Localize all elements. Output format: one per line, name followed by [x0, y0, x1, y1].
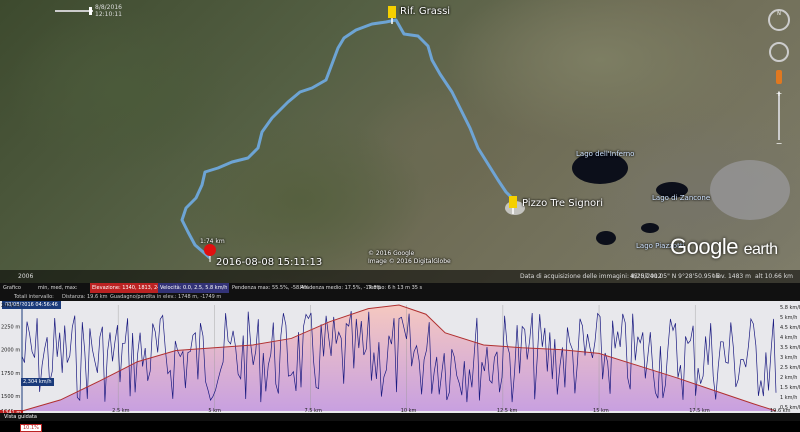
pizzo-tre-signori-label: Pizzo Tre Signori: [522, 198, 604, 209]
svg-text:−: −: [776, 139, 783, 148]
lake-label: Lago di Zancone: [652, 194, 711, 202]
slope-stats: Pendenza max: 55.5%, -58.4%: [232, 285, 309, 291]
y-right-tick-label: 1 km/h: [780, 395, 797, 401]
gain-stats: Guadagno/perdita in elev.: 1748 m, -1749…: [110, 294, 222, 300]
time-slider[interactable]: 8/8/2016 12:10:11: [55, 4, 135, 18]
cursor-speed-badge: 2,304 km/h: [21, 378, 54, 386]
profile-interval-bar: Totali intervallo: Distanza: 19.6 km Gua…: [0, 293, 800, 301]
google-earth-logo: Google earth: [670, 234, 778, 259]
elevation-readout: elev. 1483 m: [712, 273, 751, 280]
gps-track: [180, 18, 516, 260]
coordinates: 45°57'40.05" N 9°28'50.95" E: [630, 273, 720, 280]
y-right-tick-label: 4.5 km/h: [780, 325, 800, 331]
y-right-tick-label: 2 km/h: [780, 375, 797, 381]
profile-stats-bar: Grafico min, med, max: Elevazione: 1340,…: [0, 283, 800, 293]
rock-patch: [710, 160, 790, 220]
rif-grassi-pin-icon[interactable]: [386, 6, 400, 24]
y-right-tick-label: 3 km/h: [780, 355, 797, 361]
navigation-controls[interactable]: N + −: [766, 8, 792, 148]
distance-stats: Distanza: 19.6 km: [62, 294, 108, 300]
lake-shape: [641, 223, 659, 233]
stats-label: min, med, max:: [38, 285, 78, 291]
lake-shape: [596, 231, 616, 245]
y-right-tick-label: 3.5 km/h: [780, 345, 800, 351]
start-distance-label: 1:74 km: [200, 238, 225, 245]
y-right-tick-label: 2.5 km/h: [780, 365, 800, 371]
svg-text:N: N: [777, 11, 781, 17]
svg-text:+: +: [776, 89, 783, 98]
y-tick-label: 2479 m: [1, 303, 20, 309]
start-time-label: 2016-08-08 15:11:13: [216, 257, 323, 268]
rif-grassi-label: Rif. Grassi: [400, 6, 451, 17]
y-right-tick-label: 4 km/h: [780, 335, 797, 341]
stats-label: Grafico: [3, 285, 21, 291]
y-tick-label: 2000 m: [1, 348, 20, 354]
guided-tour-bar[interactable]: Vista guidata: [0, 413, 800, 421]
time-slider-track-icon: [55, 7, 93, 15]
y-right-tick-label: 5.8 km/h: [780, 305, 800, 311]
map-status-bar: 2006 Data di acquisizione delle immagini…: [0, 270, 800, 283]
y-right-tick-label: 1.5 km/h: [780, 385, 800, 391]
time-stats: Tempo: 6 h 13 m 35 s: [368, 285, 423, 291]
elevation-profile-panel: Grafico min, med, max: Elevazione: 1340,…: [0, 283, 800, 432]
y-tick-label: 1500 m: [1, 394, 20, 400]
y-right-tick-label: 5 km/h: [780, 315, 797, 321]
elevation-chart[interactable]: 2479 m2250 m2000 m1750 m1500 m1341 m5.8 …: [0, 301, 800, 413]
navigation-icon[interactable]: N + −: [766, 8, 792, 148]
scale-label: 2006: [18, 273, 34, 280]
y-tick-label: 2250 m: [1, 324, 20, 330]
altitude-readout: alt 10.66 km: [755, 273, 794, 280]
speed-stats[interactable]: Velocità: 0.0, 2.5, 5.8 km/h: [158, 283, 230, 293]
lake-label: Lago dell'Inferno: [576, 150, 635, 158]
cursor-slope-badge: 10.1%: [20, 424, 42, 432]
map-view[interactable]: 8/8/2016 12:10:11 Rif. Grassi Pizzo Tre …: [0, 0, 800, 283]
guided-tour-label: Vista guidata: [4, 414, 37, 420]
copyright-line: © 2016 Google: [368, 250, 415, 257]
y-tick-label: 1750 m: [1, 371, 20, 377]
chart-area[interactable]: 08/08/2016 04:56:46 2479 m 2250 m 2000 m 17…: [0, 301, 800, 432]
interval-label: Totali intervallo:: [14, 294, 54, 300]
copyright-line: Image © 2016 DigitalGlobe: [368, 258, 451, 265]
time-slider-label: 8/8/2016 12:10:11: [95, 4, 122, 18]
pizzo-tre-signori-pin-icon[interactable]: [507, 196, 521, 214]
